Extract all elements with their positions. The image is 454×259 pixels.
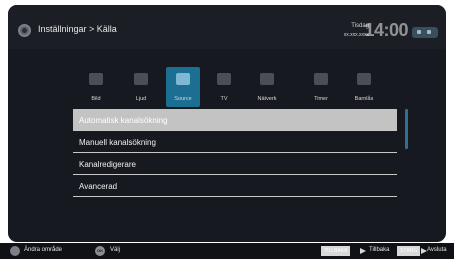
category-label: TV: [220, 96, 228, 102]
menu-scrollbar[interactable]: [405, 109, 408, 149]
category-bild[interactable]: Bild: [79, 67, 113, 107]
ok-button-icon: OK: [95, 246, 105, 256]
menu-item-channel-editor[interactable]: Kanalredigerare: [73, 153, 397, 175]
category-timer[interactable]: Timer: [304, 67, 338, 107]
close-key-badge: STÄNG: [397, 246, 421, 256]
tv-menu-window: Inställningar > Källa Tisdag xx.xxx.xxxx…: [8, 5, 446, 242]
category-ljud[interactable]: Ljud: [124, 67, 158, 107]
category-label: Barnlås: [354, 96, 374, 102]
category-natverk[interactable]: Nätverk: [250, 67, 284, 107]
network-icon: [260, 73, 274, 85]
back-key-badge: TILLBAKA: [321, 246, 351, 256]
menu-item-automatic-channel-search[interactable]: Automatisk kanalsökning: [73, 109, 397, 131]
category-tv[interactable]: TV: [207, 67, 241, 107]
child-lock-icon: [357, 73, 371, 85]
category-bar: Bild Ljud Source TV Nätverk Timer Barnlå…: [76, 67, 394, 107]
hint-select: Välj: [110, 247, 121, 253]
category-label: Bild: [91, 96, 101, 102]
source-menu-list: Automatisk kanalsökning Manuell kanalsök…: [73, 109, 397, 197]
footer-hint-bar: Ändra område OK Välj TILLBAKA Tillbaka S…: [0, 243, 454, 259]
timer-icon: [314, 73, 328, 85]
picture-icon: [89, 73, 103, 85]
clock-time: 14:00: [364, 20, 408, 40]
source-icon: [176, 73, 190, 85]
header-bar: Inställningar > Källa Tisdag xx.xxx.xxxx…: [8, 5, 446, 49]
settings-gear-icon: [18, 24, 31, 37]
category-label: Source: [174, 96, 192, 102]
category-barnlas[interactable]: Barnlås: [347, 67, 381, 107]
category-label: Nätverk: [257, 96, 277, 102]
signal-indicator-icon: [412, 27, 438, 38]
tv-icon: [217, 73, 231, 85]
menu-item-advanced[interactable]: Avancerad: [73, 175, 397, 197]
speaker-icon: [134, 73, 148, 85]
dpad-icon: [10, 246, 20, 256]
hint-close: Avsluta: [427, 247, 447, 253]
category-source[interactable]: Source: [166, 67, 200, 107]
category-label: Timer: [314, 96, 328, 102]
menu-item-manual-channel-search[interactable]: Manuell kanalsökning: [73, 131, 397, 153]
hint-back: Tillbaka: [369, 247, 390, 253]
back-arrow-icon: [360, 248, 366, 254]
category-label: Ljud: [135, 96, 147, 102]
breadcrumb: Inställningar > Källa: [38, 24, 117, 34]
hint-change-area: Ändra område: [24, 247, 63, 253]
